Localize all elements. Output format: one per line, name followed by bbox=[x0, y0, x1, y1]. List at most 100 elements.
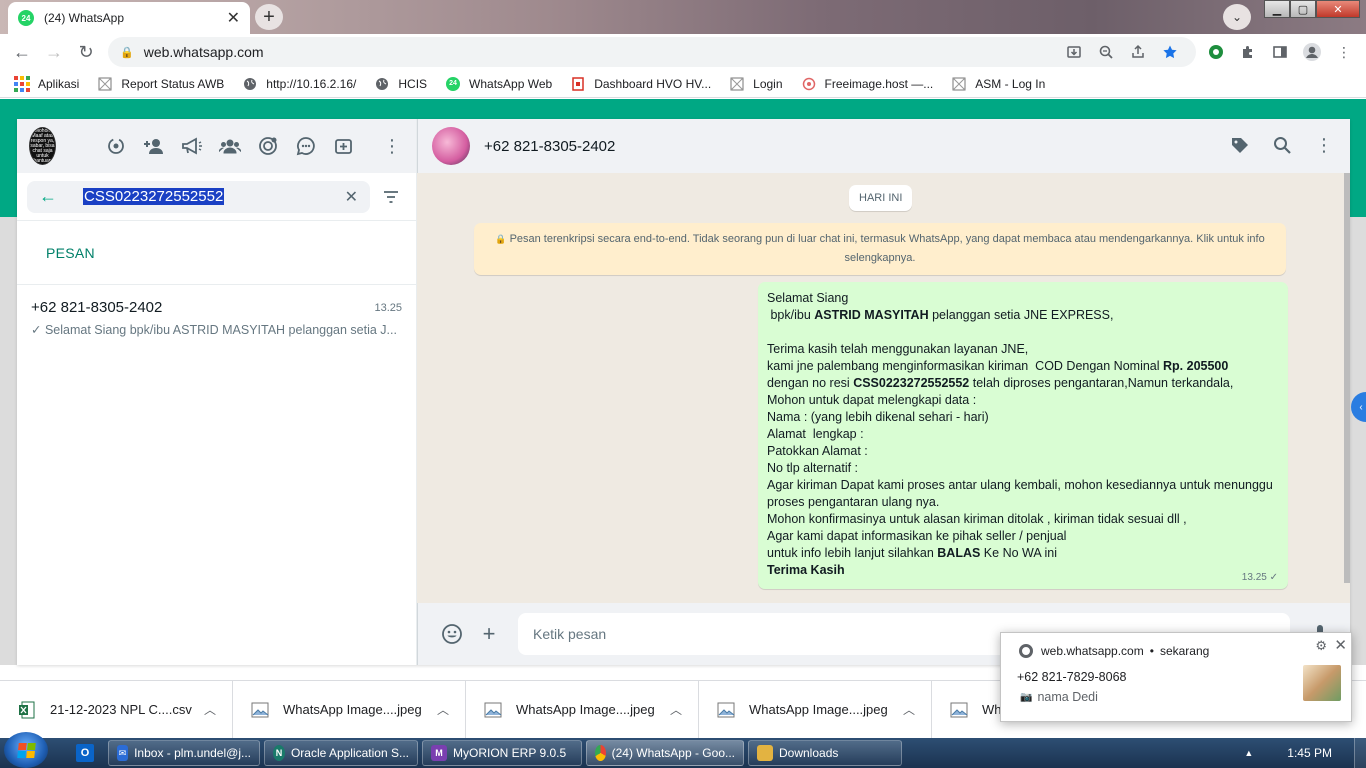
search-input[interactable]: ← CSS0223272552552 ✕ bbox=[27, 180, 370, 213]
tab-search-button[interactable]: ⌄ bbox=[1223, 4, 1251, 30]
browser-tab-whatsapp[interactable]: 24 (24) WhatsApp ✕ bbox=[8, 2, 250, 34]
share-icon[interactable] bbox=[1122, 37, 1154, 67]
msg-bold: BALAS bbox=[937, 546, 981, 560]
tab-close-icon[interactable]: ✕ bbox=[227, 8, 240, 28]
zoom-icon[interactable] bbox=[1090, 37, 1122, 67]
search-back-arrow-icon[interactable]: ← bbox=[39, 186, 57, 207]
contact-avatar[interactable] bbox=[432, 127, 470, 165]
channels-icon[interactable] bbox=[256, 134, 280, 158]
show-desktop-button[interactable] bbox=[1354, 738, 1366, 768]
folder-icon bbox=[757, 745, 773, 761]
tab-title: (24) WhatsApp bbox=[44, 11, 125, 25]
excel-icon bbox=[18, 701, 36, 719]
notification-site: web.whatsapp.com bbox=[1041, 644, 1144, 658]
msg-line: dengan no resi bbox=[767, 376, 854, 390]
result-contact-name: +62 821-8305-2402 bbox=[31, 299, 163, 316]
taskbar-item-whatsapp-chrome[interactable]: (24) WhatsApp - Goo... bbox=[586, 740, 744, 766]
download-item[interactable]: 21-12-2023 NPL C....csv ︿ bbox=[0, 681, 233, 738]
chrome-menu-icon[interactable]: ⋮ bbox=[1328, 36, 1360, 68]
emoji-icon[interactable] bbox=[438, 620, 466, 648]
bookmark-whatsapp-web[interactable]: 24 WhatsApp Web bbox=[445, 76, 552, 92]
maximize-button[interactable]: ▢ bbox=[1290, 0, 1316, 18]
taskbar-clock[interactable]: 1:45 PM bbox=[1287, 746, 1332, 760]
search-in-chat-icon[interactable] bbox=[1272, 135, 1292, 158]
download-item[interactable]: WhatsApp Image....jpeg ︿ bbox=[699, 681, 932, 738]
gear-icon[interactable]: ⚙ bbox=[1315, 638, 1327, 654]
search-result-item[interactable]: +62 821-8305-2402 13.25 ✓ Selamat Siang … bbox=[17, 285, 416, 337]
taskbar-item-downloads[interactable]: Downloads bbox=[748, 740, 902, 766]
msg-line: Patokkan Alamat : bbox=[767, 444, 868, 458]
msg-bold: Rp. 205500 bbox=[1163, 359, 1229, 373]
bookmark-dashboard-hvo[interactable]: Dashboard HVO HV... bbox=[570, 76, 711, 92]
back-arrow-icon[interactable]: ← bbox=[6, 36, 38, 68]
whatsapp-app: Mohon Maaf atas respon ya, sabar, bisa c… bbox=[17, 119, 1350, 665]
address-bar[interactable]: 🔒 web.whatsapp.com bbox=[108, 37, 1196, 67]
bookmark-ip-address[interactable]: http://10.16.2.16/ bbox=[242, 76, 356, 92]
filter-icon[interactable] bbox=[376, 190, 406, 204]
side-panel-icon[interactable] bbox=[1264, 36, 1296, 68]
notification-title: +62 821-7829-8068 bbox=[1017, 670, 1127, 684]
bookmark-star-icon[interactable] bbox=[1154, 37, 1186, 67]
msg-bold: Terima Kasih bbox=[767, 563, 845, 577]
new-chat-icon[interactable] bbox=[332, 134, 356, 158]
chat-scrollbar[interactable] bbox=[1344, 173, 1350, 583]
whatsapp-badge: 24 bbox=[446, 76, 461, 91]
msg-line: pelanggan setia JNE EXPRESS, bbox=[928, 308, 1114, 322]
outlook-pinned-icon[interactable]: O bbox=[66, 740, 104, 766]
start-button[interactable] bbox=[4, 732, 48, 768]
chevron-up-icon[interactable]: ︿ bbox=[437, 701, 449, 718]
bookmark-login[interactable]: Login bbox=[729, 76, 783, 92]
my-avatar[interactable]: Mohon Maaf atas respon ya, sabar, bisa c… bbox=[29, 127, 56, 165]
chevron-up-icon[interactable]: ︿ bbox=[204, 701, 216, 718]
chevron-up-icon[interactable]: ︿ bbox=[670, 701, 682, 718]
new-tab-button[interactable]: + bbox=[255, 4, 283, 30]
close-icon[interactable]: ✕ bbox=[1334, 636, 1347, 654]
bookmark-asm-login[interactable]: ASM - Log In bbox=[951, 76, 1045, 92]
desktop-notification[interactable]: web.whatsapp.com • sekarang ⚙ ✕ +62 821-… bbox=[1000, 632, 1352, 722]
taskbar-label: Downloads bbox=[779, 746, 839, 760]
chevron-up-icon[interactable]: ︿ bbox=[903, 701, 915, 718]
install-app-icon[interactable] bbox=[1058, 37, 1090, 67]
attach-plus-icon[interactable]: + bbox=[475, 620, 503, 648]
label-tag-icon[interactable] bbox=[1230, 135, 1250, 158]
taskbar-item-oracle[interactable]: N Oracle Application S... bbox=[264, 740, 418, 766]
taskbar-item-myorion[interactable]: M MyORION ERP 9.0.5 bbox=[422, 740, 582, 766]
bookmark-aplikasi[interactable]: Aplikasi bbox=[14, 75, 79, 92]
download-item[interactable]: WhatsApp Image....jpeg ︿ bbox=[466, 681, 699, 738]
extensions-puzzle-icon[interactable] bbox=[1232, 36, 1264, 68]
chat-menu-dots-icon[interactable]: ⋮ bbox=[1314, 135, 1334, 158]
taskbar-label: Inbox - plm.undel@j... bbox=[134, 746, 251, 760]
encryption-text: Pesan terenkripsi secara end-to-end. Tid… bbox=[509, 233, 1265, 264]
taskbar-item-inbox[interactable]: ✉ Inbox - plm.undel@j... bbox=[108, 740, 260, 766]
bookmark-hcis[interactable]: HCIS bbox=[374, 76, 427, 92]
forward-arrow-icon[interactable]: → bbox=[38, 36, 70, 68]
status-icon[interactable] bbox=[104, 134, 128, 158]
add-contact-icon[interactable] bbox=[142, 134, 166, 158]
result-time: 13.25 bbox=[374, 301, 402, 314]
bookmark-label: Login bbox=[753, 76, 783, 91]
bookmark-freeimage[interactable]: Freeimage.host —... bbox=[801, 76, 933, 92]
download-filename: WhatsApp Image....jpeg bbox=[749, 702, 888, 717]
encryption-notice[interactable]: 🔒 Pesan terenkripsi secara end-to-end. T… bbox=[474, 223, 1286, 275]
bookmark-label: http://10.16.2.16/ bbox=[266, 76, 357, 91]
outgoing-message[interactable]: Selamat Siang bpk/ibu ASTRID MASYITAH pe… bbox=[758, 282, 1288, 589]
profile-icon[interactable] bbox=[1296, 36, 1328, 68]
clear-search-icon[interactable]: ✕ bbox=[345, 187, 358, 207]
meta-ai-chat-icon[interactable] bbox=[294, 134, 318, 158]
extension-green-icon[interactable] bbox=[1200, 36, 1232, 68]
reload-icon[interactable]: ↻ bbox=[70, 36, 102, 68]
image-file-icon bbox=[251, 701, 269, 719]
bookmark-report-status-awb[interactable]: Report Status AWB bbox=[97, 76, 224, 92]
menu-dots-icon[interactable]: ⋮ bbox=[380, 134, 404, 158]
minimize-button[interactable]: ▁ bbox=[1264, 0, 1290, 18]
close-window-button[interactable]: ✕ bbox=[1316, 0, 1360, 18]
communities-icon[interactable] bbox=[218, 134, 242, 158]
mail-icon: ✉ bbox=[117, 745, 129, 761]
search-query-text: CSS0223272552552 bbox=[83, 188, 225, 205]
conversation-header[interactable]: +62 821-8305-2402 ⋮ bbox=[417, 119, 1350, 173]
system-tray: ▲ 1:45 PM bbox=[1244, 738, 1366, 768]
download-item[interactable]: WhatsApp Image....jpeg ︿ bbox=[233, 681, 466, 738]
channels-megaphone-icon[interactable] bbox=[180, 134, 204, 158]
notification-thumbnail bbox=[1303, 665, 1341, 701]
tray-expand-icon[interactable]: ▲ bbox=[1244, 748, 1253, 758]
